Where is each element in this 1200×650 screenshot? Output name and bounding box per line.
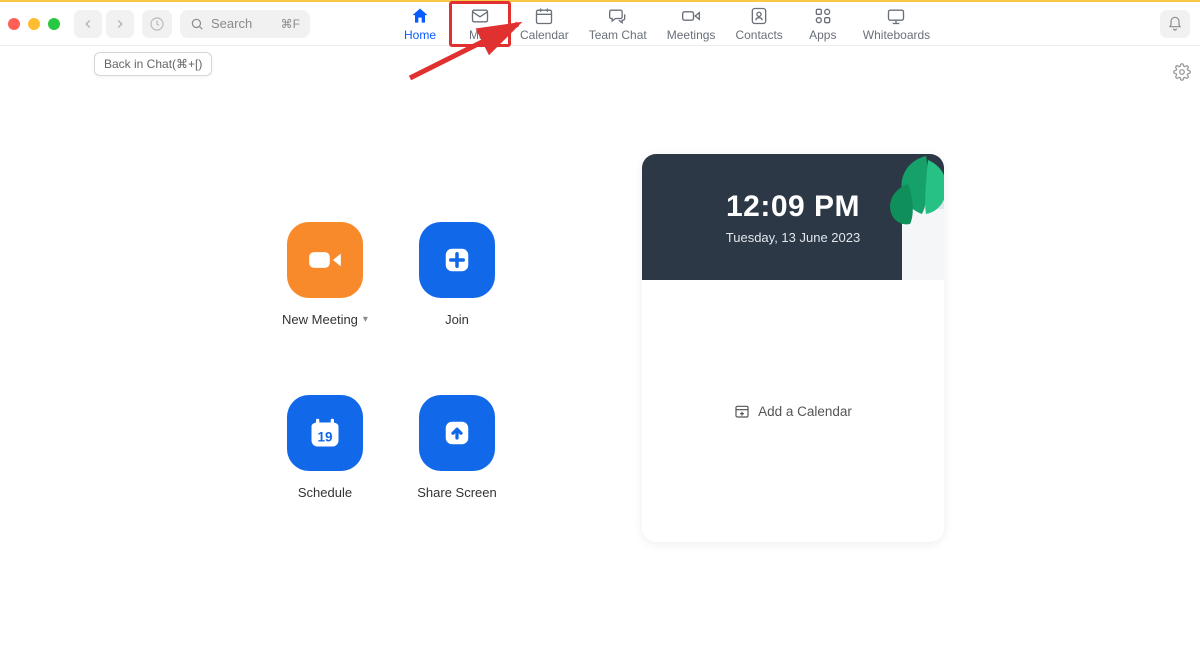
- search-input[interactable]: Search ⌘F: [180, 10, 310, 38]
- tab-home[interactable]: Home: [390, 2, 450, 46]
- nav-arrows: [74, 10, 134, 38]
- action-caption: New Meeting ▾: [282, 312, 368, 327]
- action-caption: Share Screen: [417, 485, 497, 500]
- tab-label: Home: [404, 28, 436, 42]
- join-action[interactable]: Join: [419, 222, 495, 327]
- clock-time: 12:09 PM: [726, 190, 860, 224]
- window-controls: [8, 18, 60, 30]
- tab-team-chat[interactable]: Team Chat: [579, 2, 657, 46]
- zoom-window-button[interactable]: [48, 18, 60, 30]
- search-icon: [190, 17, 204, 31]
- tab-label: Whiteboards: [863, 28, 930, 42]
- share-screen-icon: [419, 395, 495, 471]
- tab-contacts[interactable]: Contacts: [725, 2, 792, 46]
- tab-label: Meetings: [667, 28, 716, 42]
- home-icon: [410, 6, 430, 26]
- video-icon: [287, 222, 363, 298]
- tab-label: Team Chat: [589, 28, 647, 42]
- schedule-action[interactable]: 19 Schedule: [287, 395, 363, 500]
- widget-body: Add a Calendar: [642, 280, 944, 542]
- new-meeting-action[interactable]: New Meeting ▾: [282, 222, 368, 327]
- calendar-icon: 19: [287, 395, 363, 471]
- add-calendar-label: Add a Calendar: [758, 404, 852, 419]
- tab-label: Contacts: [735, 28, 782, 42]
- plus-icon: [419, 222, 495, 298]
- quick-actions: New Meeting ▾ Join 19 Schedule Share Scr…: [260, 222, 522, 500]
- minimize-window-button[interactable]: [28, 18, 40, 30]
- tab-label: Calendar: [520, 28, 569, 42]
- video-icon: [681, 6, 701, 26]
- tab-mail[interactable]: Mail: [450, 2, 510, 46]
- search-shortcut: ⌘F: [281, 17, 300, 31]
- tab-calendar[interactable]: Calendar: [510, 2, 579, 46]
- tab-meetings[interactable]: Meetings: [657, 2, 726, 46]
- history-button[interactable]: [142, 10, 172, 38]
- apps-icon: [813, 6, 833, 26]
- app-header: Search ⌘F Home Mail Calendar Team Chat M…: [0, 2, 1200, 46]
- tab-label: Mail: [469, 28, 491, 42]
- contacts-icon: [749, 6, 769, 26]
- forward-button[interactable]: [106, 10, 134, 38]
- whiteboard-icon: [886, 6, 906, 26]
- notifications-button[interactable]: [1160, 10, 1190, 38]
- mail-icon: [470, 6, 490, 26]
- widget-header: 12:09 PM Tuesday, 13 June 2023: [642, 154, 944, 280]
- svg-text:19: 19: [317, 429, 332, 444]
- search-placeholder: Search: [211, 16, 252, 31]
- main-content: New Meeting ▾ Join 19 Schedule Share Scr…: [0, 46, 1200, 650]
- calendar-widget: 12:09 PM Tuesday, 13 June 2023 Add a Cal…: [642, 154, 944, 542]
- chevron-down-icon[interactable]: ▾: [363, 314, 368, 325]
- action-caption: Join: [445, 312, 469, 327]
- add-calendar-button[interactable]: Add a Calendar: [734, 403, 852, 419]
- header-right: [1160, 10, 1190, 38]
- close-window-button[interactable]: [8, 18, 20, 30]
- plant-illustration: [864, 154, 944, 280]
- chat-icon: [608, 6, 628, 26]
- clock-date: Tuesday, 13 June 2023: [726, 230, 860, 245]
- calendar-icon: [534, 6, 554, 26]
- bell-icon: [1167, 16, 1183, 32]
- back-button[interactable]: [74, 10, 102, 38]
- share-screen-action[interactable]: Share Screen: [417, 395, 497, 500]
- calendar-add-icon: [734, 403, 750, 419]
- tab-label: Apps: [809, 28, 836, 42]
- tab-whiteboards[interactable]: Whiteboards: [853, 2, 940, 46]
- action-caption: Schedule: [298, 485, 352, 500]
- main-tabs: Home Mail Calendar Team Chat Meetings Co…: [390, 2, 940, 46]
- tab-apps[interactable]: Apps: [793, 2, 853, 46]
